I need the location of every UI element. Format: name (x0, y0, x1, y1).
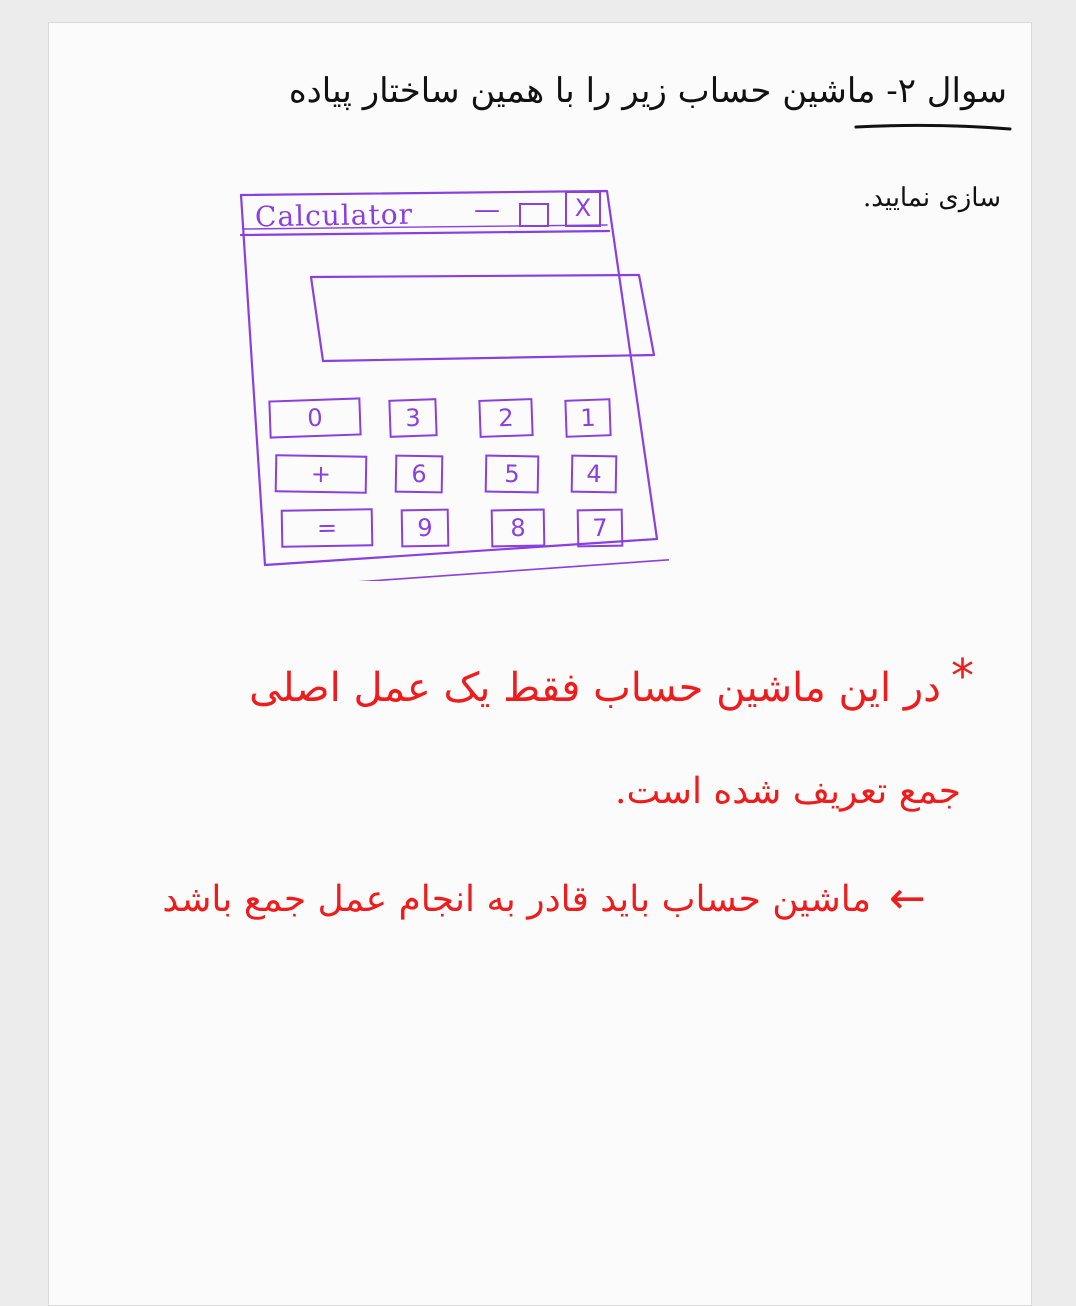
note-2: ماشین حساب باید قادر به انجام عمل جمع با… (162, 879, 871, 920)
key-4-label: 4 (586, 459, 602, 489)
key-0-button[interactable]: 0 (268, 397, 362, 439)
key-7-label: 7 (592, 513, 608, 543)
key-3-label: 3 (404, 403, 422, 433)
note-1-line-2: جمع تعریف شده است. (615, 771, 961, 812)
key-4-button[interactable]: 4 (570, 454, 618, 494)
question-line-1: سوال ۲- ماشین حساب زیر را با همین ساختار… (288, 71, 1007, 111)
key-equals-button[interactable]: = (280, 508, 374, 548)
key-0-label: 0 (306, 403, 324, 433)
key-8-button[interactable]: 8 (490, 508, 546, 548)
arrow-marker: ← (889, 873, 926, 924)
key-7-button[interactable]: 7 (576, 508, 624, 548)
note-1-line-1: در این ماشین حساب فقط یک عمل اصلی (249, 665, 941, 711)
key-plus-label: + (310, 459, 332, 489)
question-line-2: سازی نمایید. (862, 183, 1001, 213)
maximize-button[interactable] (519, 203, 549, 227)
key-equals-label: = (316, 513, 338, 543)
key-2-button[interactable]: 2 (478, 398, 534, 438)
key-5-button[interactable]: 5 (484, 454, 540, 494)
keypad: 0 3 2 1 +6 5 4 = 9 8 7 (268, 369, 639, 549)
key-9-label: 9 (417, 513, 433, 543)
key-6-button[interactable]: 6 (394, 454, 444, 494)
calculator-title: Calculator (254, 197, 414, 234)
note-page: سوال ۲- ماشین حساب زیر را با همین ساختار… (48, 22, 1032, 1306)
key-plus-button[interactable]: + (274, 454, 368, 494)
key-5-label: 5 (504, 459, 520, 489)
key-8-label: 8 (510, 513, 526, 543)
close-icon: X (574, 194, 592, 222)
key-6-label: 6 (411, 459, 427, 489)
close-button[interactable]: X (565, 191, 601, 227)
question-underline (854, 123, 1012, 131)
key-1-label: 1 (579, 403, 597, 433)
key-2-label: 2 (497, 403, 515, 433)
key-1-button[interactable]: 1 (564, 398, 612, 438)
key-3-button[interactable]: 3 (388, 398, 438, 438)
star-marker: * (951, 649, 974, 703)
display-value (279, 263, 589, 323)
minimize-button[interactable]: — (474, 195, 500, 225)
key-9-button[interactable]: 9 (400, 508, 450, 548)
